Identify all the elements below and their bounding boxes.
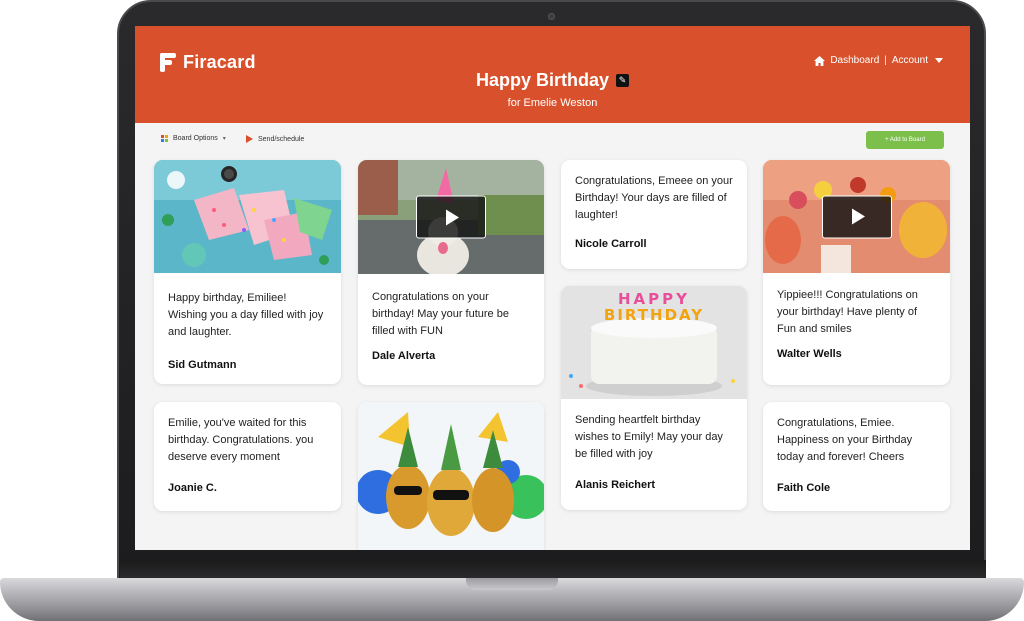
card-message: Congratulations, Emeee on your Birthday!… (575, 175, 733, 221)
card-author: Nicole Carroll (575, 238, 647, 250)
send-schedule-label: Send/schedule (258, 135, 305, 143)
header-bar: Firacard Happy Birthday ✎ for Emelie Wes… (135, 26, 970, 123)
message-card[interactable]: Congratulations, Emeee on your Birthday!… (561, 160, 747, 269)
message-card[interactable]: HAPPY BIRTHDAY Sending heartfelt birthda… (561, 286, 747, 510)
cake-topper-birthday: BIRTHDAY (603, 306, 705, 324)
send-icon (246, 135, 253, 143)
message-card[interactable]: Yippiee!!! Congratulations on your birth… (763, 160, 950, 385)
account-label: Account (891, 55, 928, 66)
laptop-notch (466, 578, 558, 590)
message-card[interactable]: Congratulations on your birthday! May yo… (358, 160, 544, 385)
card-message: Congratulations, Emiee. Happiness on you… (777, 417, 913, 463)
board-title-area: Happy Birthday ✎ (135, 70, 970, 91)
dashboard-label: Dashboard (830, 55, 880, 66)
board-options-button[interactable]: Board Options ▾ (161, 135, 226, 142)
card-message: Sending heartfelt birthday wishes to Emi… (575, 414, 723, 460)
play-icon (446, 209, 459, 225)
account-menu[interactable]: Account (892, 55, 943, 66)
birthday-cake-photo: HAPPY BIRTHDAY (561, 286, 747, 399)
message-card[interactable]: Congratulations, Emiee. Happiness on you… (763, 402, 950, 511)
message-card[interactable]: Emilie, you've waited for this birthday.… (154, 402, 341, 511)
media-card[interactable] (358, 402, 544, 550)
board-toolbar: Board Options ▾ Send/schedule + Add to B… (135, 131, 970, 151)
play-video-button[interactable] (821, 195, 892, 238)
card-author: Dale Alverta (372, 350, 436, 362)
page-title: Happy Birthday (475, 70, 610, 90)
card-author: Joanie C. (168, 482, 217, 494)
edit-title-icon[interactable]: ✎ (616, 74, 630, 87)
play-icon (851, 208, 865, 225)
party-hats-photo (154, 160, 341, 273)
card-message: Yippiee!!! Congratulations on your birth… (777, 289, 918, 335)
card-author: Sid Gutmann (168, 359, 237, 371)
card-author: Walter Wells (777, 348, 842, 360)
webcam-icon (548, 13, 555, 20)
pineapples-party-photo (358, 402, 544, 550)
play-video-button[interactable] (416, 195, 486, 239)
card-message: Happy birthday, Emiliee! Wishing you a d… (168, 292, 324, 338)
grid-icon (161, 135, 168, 142)
card-author: Alanis Reichert (575, 479, 656, 491)
chevron-down-icon (935, 58, 943, 63)
chevron-down-icon: ▾ (222, 136, 226, 142)
card-author: Faith Cole (777, 482, 831, 494)
nav-separator: | (884, 55, 887, 66)
dashboard-link[interactable]: Dashboard (814, 55, 879, 66)
board-options-label: Board Options (173, 135, 218, 142)
recipient-subtitle: for Emelie Weston (507, 97, 598, 109)
top-navigation: Dashboard | Account (814, 55, 943, 66)
app-screen: Firacard Happy Birthday ✎ for Emelie Wes… (135, 26, 970, 550)
card-message: Congratulations on your birthday! May yo… (372, 291, 509, 337)
laptop-hinge (120, 560, 986, 580)
dog-party-video[interactable] (358, 160, 544, 274)
message-card[interactable]: Happy birthday, Emiliee! Wishing you a d… (154, 160, 341, 384)
home-icon (814, 55, 826, 66)
card-message: Emilie, you've waited for this birthday.… (168, 417, 314, 463)
send-schedule-button[interactable]: Send/schedule (246, 135, 304, 143)
add-to-board-button[interactable]: + Add to Board (866, 131, 944, 149)
balloons-video[interactable] (763, 160, 950, 273)
